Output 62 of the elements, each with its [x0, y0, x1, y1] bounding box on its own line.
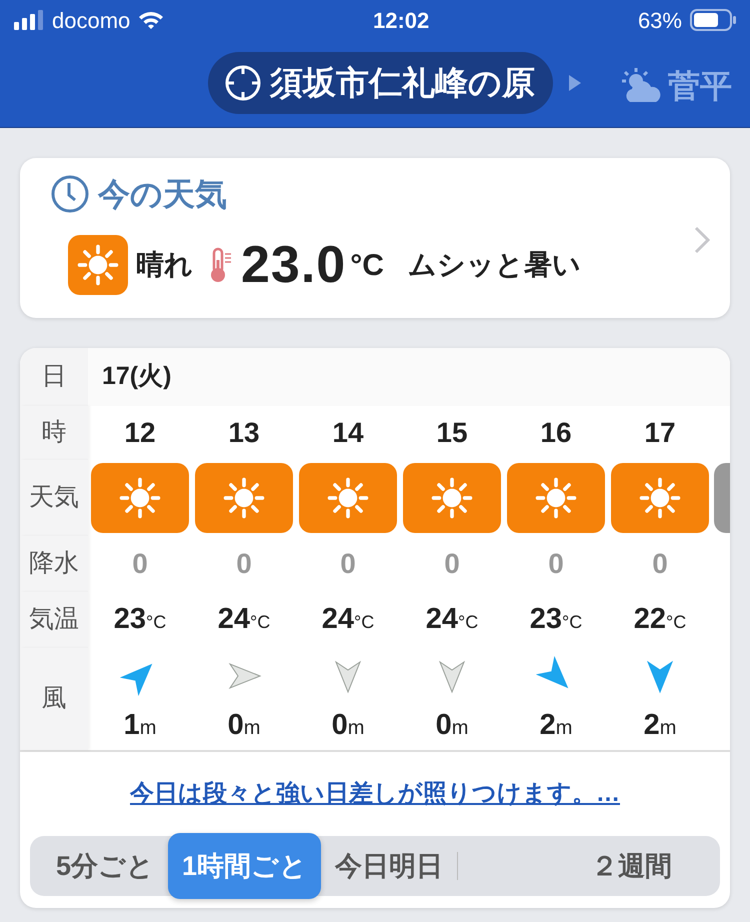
- clock-time: 12:02: [372, 6, 430, 34]
- temperature-unit: °C: [350, 248, 384, 284]
- interval-tab[interactable]: 今日明日: [321, 833, 458, 899]
- feeling-description: ムシッと暑い: [408, 248, 581, 282]
- sun-icon: [611, 463, 709, 533]
- location-selector[interactable]: 須坂市仁礼峰の原: [208, 52, 553, 114]
- temperature-value: 24°C: [322, 602, 374, 638]
- sun-icon: [195, 463, 293, 533]
- wind-speed: 0m: [228, 708, 260, 743]
- wind-speed: 2m: [644, 708, 676, 743]
- temperature-value: 23°C: [530, 602, 582, 638]
- wind-speed: 2m: [540, 708, 572, 743]
- section-title: 今の天気: [98, 175, 227, 214]
- row-label: 気温: [29, 604, 79, 636]
- temperature-value: 24°C: [218, 602, 270, 638]
- signal-icon: [14, 10, 44, 30]
- temperature-value: 22°C: [634, 602, 686, 638]
- weather-condition: 晴れ: [136, 248, 193, 282]
- precipitation-value: 0: [236, 547, 252, 581]
- sun-icon: [507, 463, 605, 533]
- sun-icon: [91, 463, 189, 533]
- interval-tab[interactable]: 5分ごと: [42, 833, 168, 899]
- temperature-value: 24°C: [426, 602, 478, 638]
- thermometer-icon: [209, 246, 233, 284]
- wind-speed: 0m: [332, 708, 364, 743]
- hour-label: 13: [228, 416, 260, 450]
- precipitation-value: 0: [548, 547, 564, 581]
- sun-icon: [403, 463, 501, 533]
- location-target-icon: [224, 64, 262, 102]
- clock-icon: [50, 174, 90, 214]
- precipitation-value: 0: [444, 547, 460, 581]
- precipitation-value: 0: [652, 547, 668, 581]
- carrier-name: docomo: [52, 6, 130, 34]
- hour-label: 12: [124, 416, 156, 450]
- hour-label: 14: [332, 416, 364, 450]
- hour-label: 16: [540, 416, 572, 450]
- battery-icon: [690, 9, 736, 31]
- row-label: 風: [42, 683, 66, 714]
- temperature-value: 23°C: [114, 602, 166, 638]
- wifi-icon: [138, 10, 164, 30]
- row-label: 時: [42, 417, 66, 448]
- sun-icon: [299, 463, 397, 533]
- wind-speed: 0m: [436, 708, 468, 743]
- current-temperature: 23.0: [241, 235, 346, 296]
- precipitation-value: 0: [340, 547, 356, 581]
- next-location-tab[interactable]: 菅平: [620, 62, 750, 110]
- row-label: 天気: [29, 482, 79, 514]
- sun-icon: [68, 235, 128, 295]
- forecast-summary-link[interactable]: 今日は段々と強い日差しが照りつけます。…: [130, 780, 620, 807]
- chevron-right-icon[interactable]: [694, 226, 710, 254]
- hour-label: 15: [436, 416, 468, 450]
- interval-tab[interactable]: ２週間: [577, 833, 686, 899]
- weather-tile: [714, 463, 730, 533]
- wind-speed: 1m: [124, 708, 156, 743]
- interval-tab[interactable]: 1時間ごと: [168, 833, 322, 899]
- row-label: 日: [42, 361, 66, 392]
- row-label: 降水: [29, 548, 79, 580]
- next-arrow-icon: [569, 75, 581, 91]
- hour-label: 17: [644, 416, 676, 450]
- battery-percent: 63%: [638, 6, 682, 34]
- date-label: 17(火): [102, 361, 172, 392]
- precipitation-value: 0: [132, 547, 148, 581]
